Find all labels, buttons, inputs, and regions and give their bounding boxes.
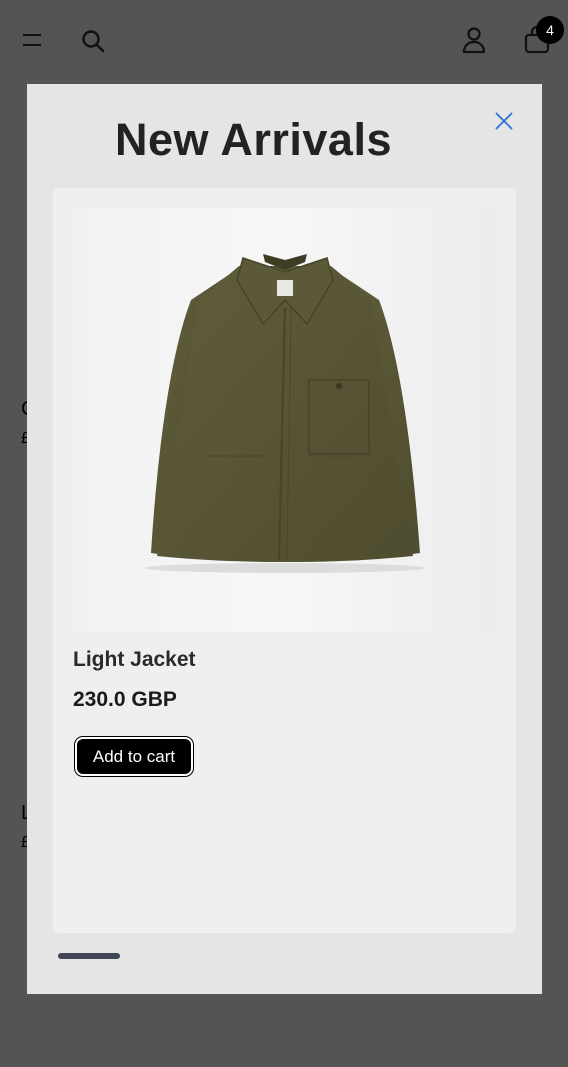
search-button[interactable] bbox=[78, 26, 108, 56]
product-name[interactable]: Light Jacket bbox=[73, 648, 196, 672]
user-icon bbox=[462, 27, 486, 54]
menu-button[interactable] bbox=[18, 26, 46, 54]
cart-count-badge: 4 bbox=[536, 16, 564, 44]
product-image[interactable] bbox=[73, 208, 497, 632]
site-header: 4 bbox=[0, 0, 568, 80]
product-price: 230.0 GBP bbox=[73, 688, 177, 711]
new-arrivals-modal: New Arrivals Light Jacket 230.0 GBP Add … bbox=[27, 84, 542, 994]
hamburger-menu-icon bbox=[23, 34, 41, 46]
account-button[interactable] bbox=[458, 24, 490, 56]
close-button[interactable] bbox=[493, 110, 515, 132]
carousel-scrollbar[interactable] bbox=[58, 953, 120, 959]
search-icon bbox=[82, 30, 105, 53]
product-card: Light Jacket 230.0 GBP Add to cart bbox=[53, 188, 516, 933]
modal-title: New Arrivals bbox=[115, 114, 392, 165]
add-to-cart-button[interactable]: Add to cart bbox=[75, 737, 193, 776]
jacket-image bbox=[73, 208, 497, 632]
close-icon bbox=[495, 112, 513, 130]
